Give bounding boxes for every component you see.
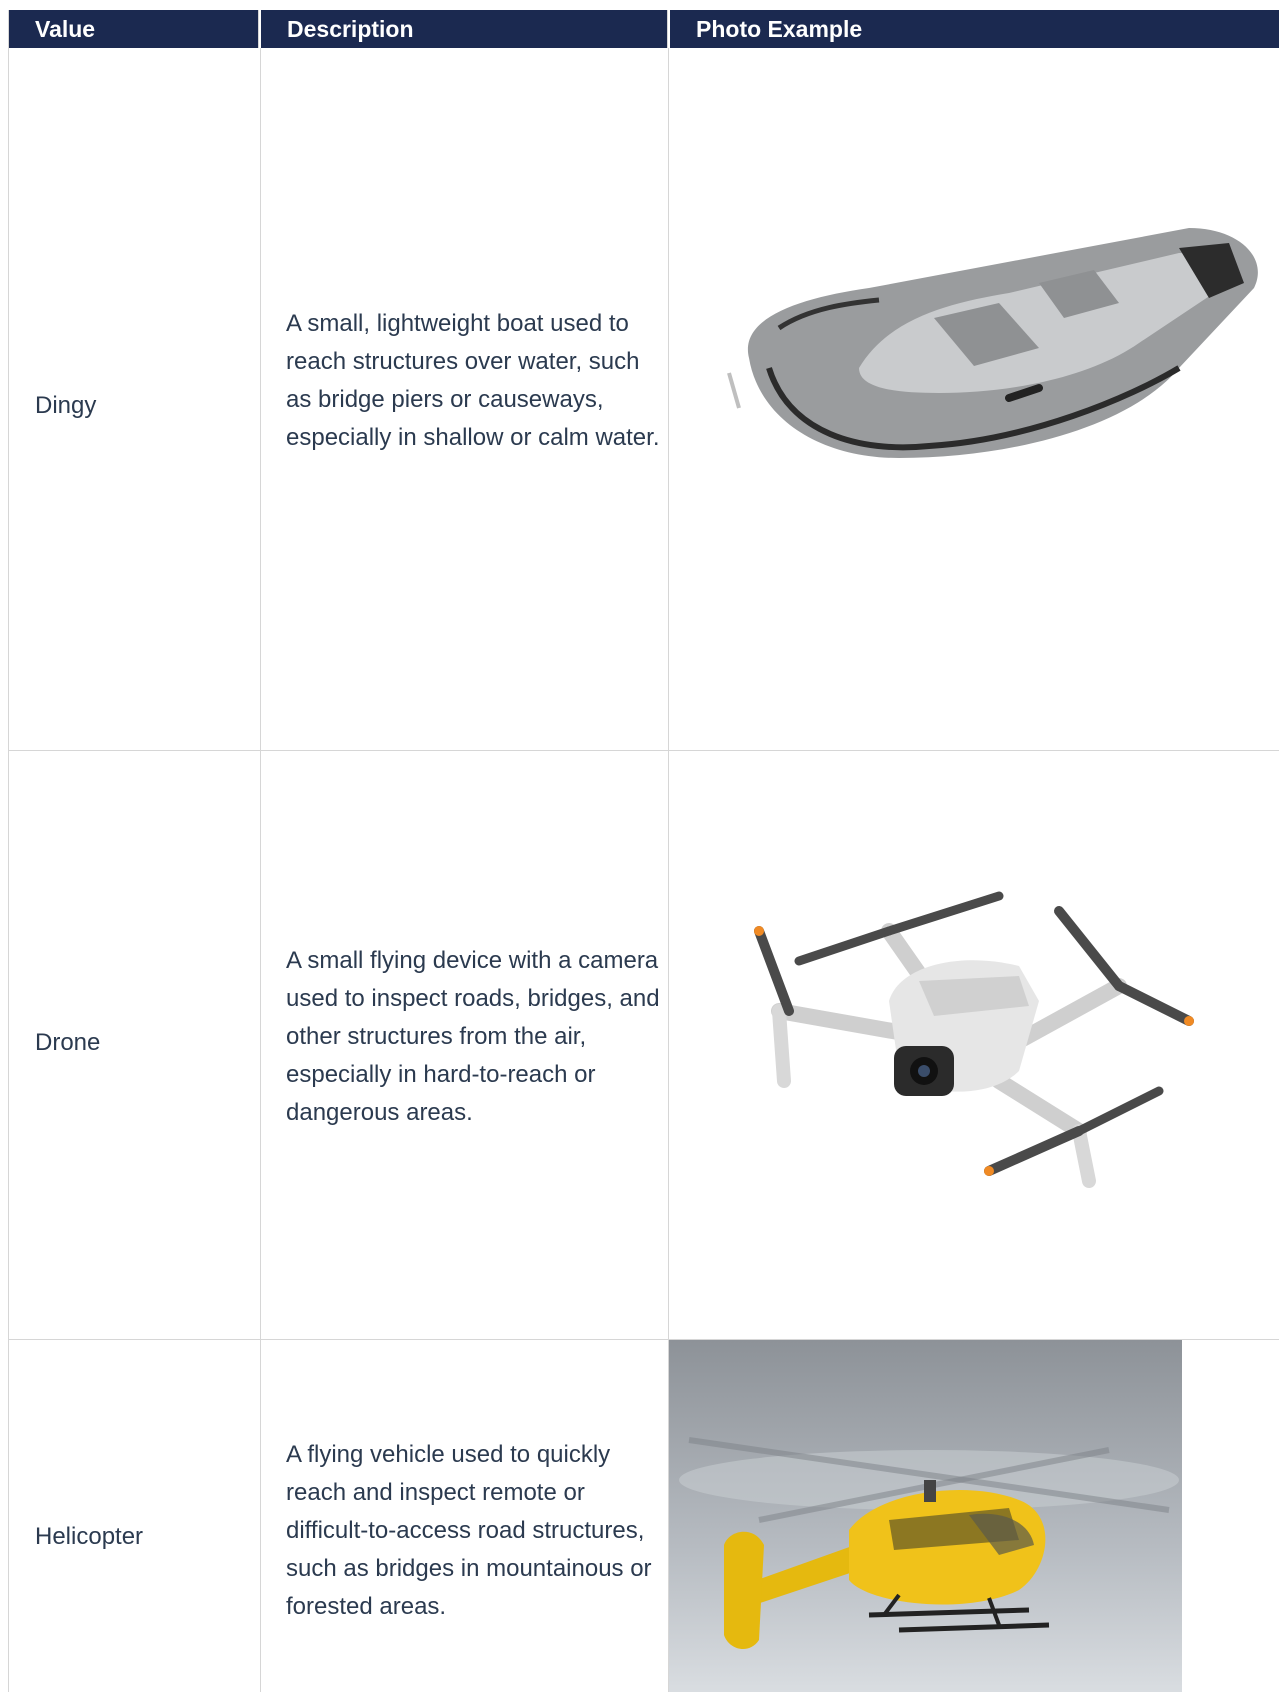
row-value: Drone <box>35 1029 101 1056</box>
row-value: Dingy <box>35 392 97 419</box>
header-photo-example: Photo Example <box>670 10 1279 48</box>
row-description-cell: A flying vehicle used to quickly reach a… <box>261 1340 669 1692</box>
row-description-cell: A small, lightweight boat used to reach … <box>261 48 669 751</box>
equipment-table: Value Description Photo Example Dingy A … <box>8 10 1279 1692</box>
inflatable-dinghy-photo <box>727 228 1258 458</box>
row-description: A small flying device with a camera used… <box>286 947 660 1126</box>
header-description: Description <box>261 10 668 48</box>
quadcopter-drone-photo <box>754 891 1194 1188</box>
table-row: Dingy <box>8 48 261 751</box>
yellow-helicopter-photo <box>669 1340 1182 1692</box>
header-value: Value <box>8 10 259 48</box>
table-row: Drone <box>8 751 261 1340</box>
row-photo-cell <box>669 1340 1279 1692</box>
row-photo-cell <box>669 751 1279 1340</box>
row-photo-cell <box>669 48 1279 751</box>
row-value: Helicopter <box>35 1523 144 1550</box>
row-description: A small, lightweight boat used to reach … <box>286 310 660 451</box>
row-description: A flying vehicle used to quickly reach a… <box>286 1441 652 1620</box>
row-description-cell: A small flying device with a camera used… <box>261 751 669 1340</box>
table-row: Helicopter <box>8 1340 261 1692</box>
